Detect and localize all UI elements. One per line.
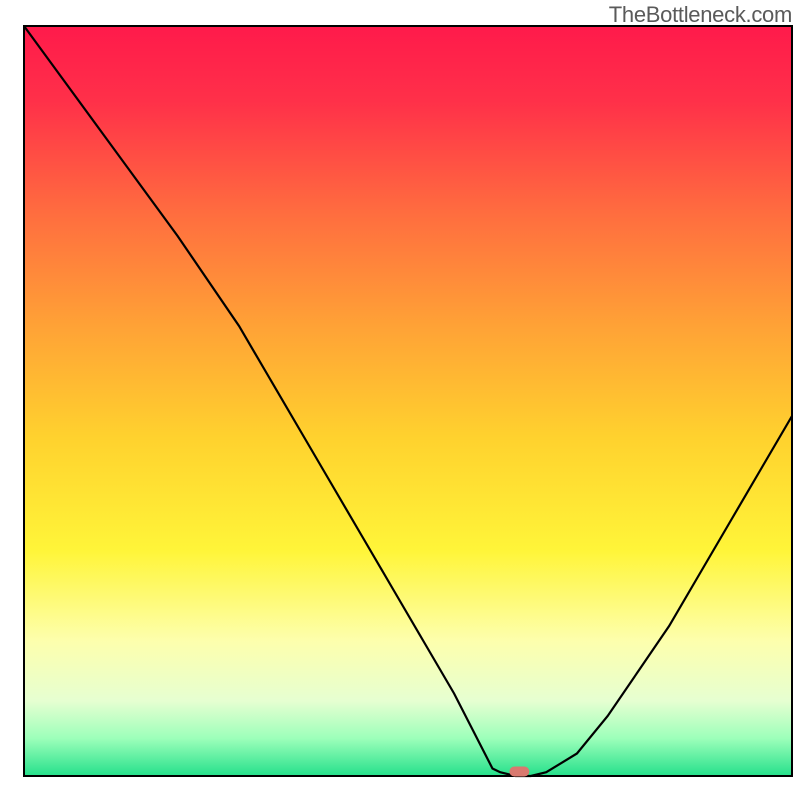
optimal-marker: [509, 767, 529, 777]
chart-container: TheBottleneck.com: [0, 0, 800, 800]
bottleneck-chart: [0, 0, 800, 800]
watermark-text: TheBottleneck.com: [609, 2, 792, 28]
plot-background: [24, 26, 792, 776]
